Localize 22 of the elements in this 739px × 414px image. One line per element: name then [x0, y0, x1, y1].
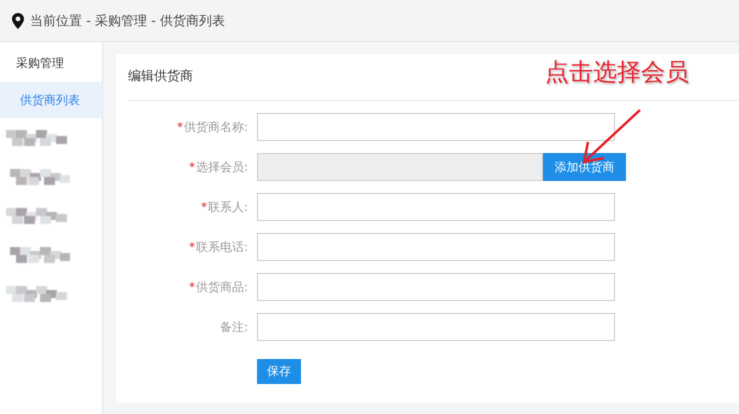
sidebar-item[interactable]: 采购管理	[0, 42, 102, 82]
input-field[interactable]	[257, 193, 615, 221]
required-mark: *	[200, 200, 207, 214]
input-field[interactable]	[257, 273, 615, 301]
breadcrumb: 当前位置 - 采购管理 - 供货商列表	[30, 12, 225, 30]
input-field[interactable]	[257, 313, 615, 341]
field-label: 选择会员:	[196, 160, 248, 174]
field-label: 供货商名称:	[184, 120, 248, 134]
location-pin-icon	[12, 12, 24, 28]
annotation-text: 点击选择会员	[545, 57, 689, 88]
sidebar-item[interactable]: 供货商列表	[0, 82, 102, 118]
field-label: 联系电话:	[196, 240, 248, 254]
required-mark: *	[188, 280, 195, 294]
field-label: 供货商品:	[196, 280, 248, 294]
input-field[interactable]	[257, 233, 615, 261]
field-label: 联系人:	[208, 200, 248, 214]
required-mark: *	[188, 160, 195, 174]
field-label: 备注:	[220, 320, 248, 334]
required-mark: *	[188, 240, 195, 254]
save-button[interactable]: 保存	[257, 358, 301, 384]
input-field[interactable]	[257, 113, 615, 141]
required-mark: *	[176, 120, 183, 134]
